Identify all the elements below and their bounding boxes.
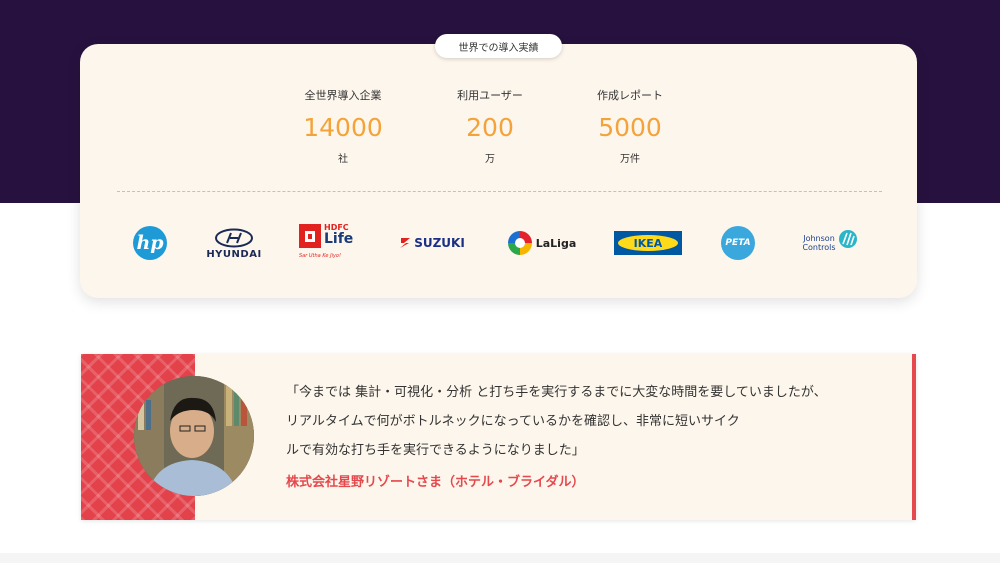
ikea-logo: IKEA (614, 231, 682, 255)
laliga-logo-text: LaLiga (535, 236, 577, 250)
suzuki-logo-text: SUZUKI (414, 236, 465, 250)
hyundai-emblem-icon (215, 228, 253, 248)
stats-divider (117, 191, 882, 192)
suzuki-s-icon (400, 238, 411, 248)
laliga-emblem-icon (507, 231, 532, 255)
testimonial-card: 「今までは 集計・可視化・分析 と打ち手を実行するまでに大変な時間を要していまし… (81, 354, 916, 520)
stat-value: 5000 (598, 113, 662, 142)
hyundai-logo-text: HYUNDAI (206, 249, 262, 260)
stat-label: 利用ユーザー (457, 89, 523, 102)
stat-value: 200 (466, 113, 514, 142)
stat-label: 作成レポート (597, 89, 663, 102)
hdfc-tagline: Sar Utha Ke Jiyo! (299, 253, 341, 259)
testimonial-author: 株式会社星野リゾートさま（ホテル・ブライダル） (286, 475, 585, 490)
hyundai-logo: HYUNDAI (203, 226, 265, 262)
hdfc-square-icon (299, 224, 321, 248)
testimonial-quote: 「今までは 集計・可視化・分析 と打ち手を実行するまでに大変な時間を要していまし… (286, 378, 896, 465)
adoption-badge: 世界での導入実績 (435, 34, 562, 58)
quote-line: 「今までは 集計・可視化・分析 と打ち手を実行するまでに大変な時間を要していまし… (286, 385, 827, 400)
stat-label: 全世界導入企業 (304, 89, 382, 102)
peta-logo: PETA (721, 226, 755, 260)
stat-value: 14000 (303, 113, 383, 142)
johnson-line2: Controls (802, 243, 836, 252)
person-photo-icon (134, 376, 254, 496)
stat-users: 利用ユーザー 200 万 (420, 88, 560, 165)
quote-line: リアルタイムで何がボトルネックになっているかを確認し、非常に短いサイク (286, 414, 740, 429)
hdfc-main-text: Life (324, 231, 354, 247)
next-section-band (0, 553, 1000, 563)
stat-unit: 万件 (620, 154, 640, 165)
ikea-logo-text: IKEA (633, 236, 663, 250)
stat-companies: 全世界導入企業 14000 社 (273, 88, 413, 165)
stat-reports: 作成レポート 5000 万件 (560, 88, 700, 165)
hp-logo: hp (133, 226, 167, 260)
hp-logo-text: hp (136, 232, 164, 254)
customer-avatar (134, 376, 254, 496)
stat-unit: 万 (485, 154, 495, 165)
hdfc-life-logo: HDFC Life Sar Utha Ke Jiyo! (299, 224, 359, 262)
johnson-swirl-icon (838, 230, 857, 248)
suzuki-logo: SUZUKI (393, 234, 471, 252)
stat-unit: 社 (338, 154, 348, 165)
laliga-logo: LaLiga (507, 230, 577, 256)
quote-line: ルで有効な打ち手を実行できるようになりました」 (286, 443, 585, 458)
johnson-controls-logo: Johnson Controls (795, 228, 865, 260)
peta-logo-text: PETA (725, 238, 751, 248)
